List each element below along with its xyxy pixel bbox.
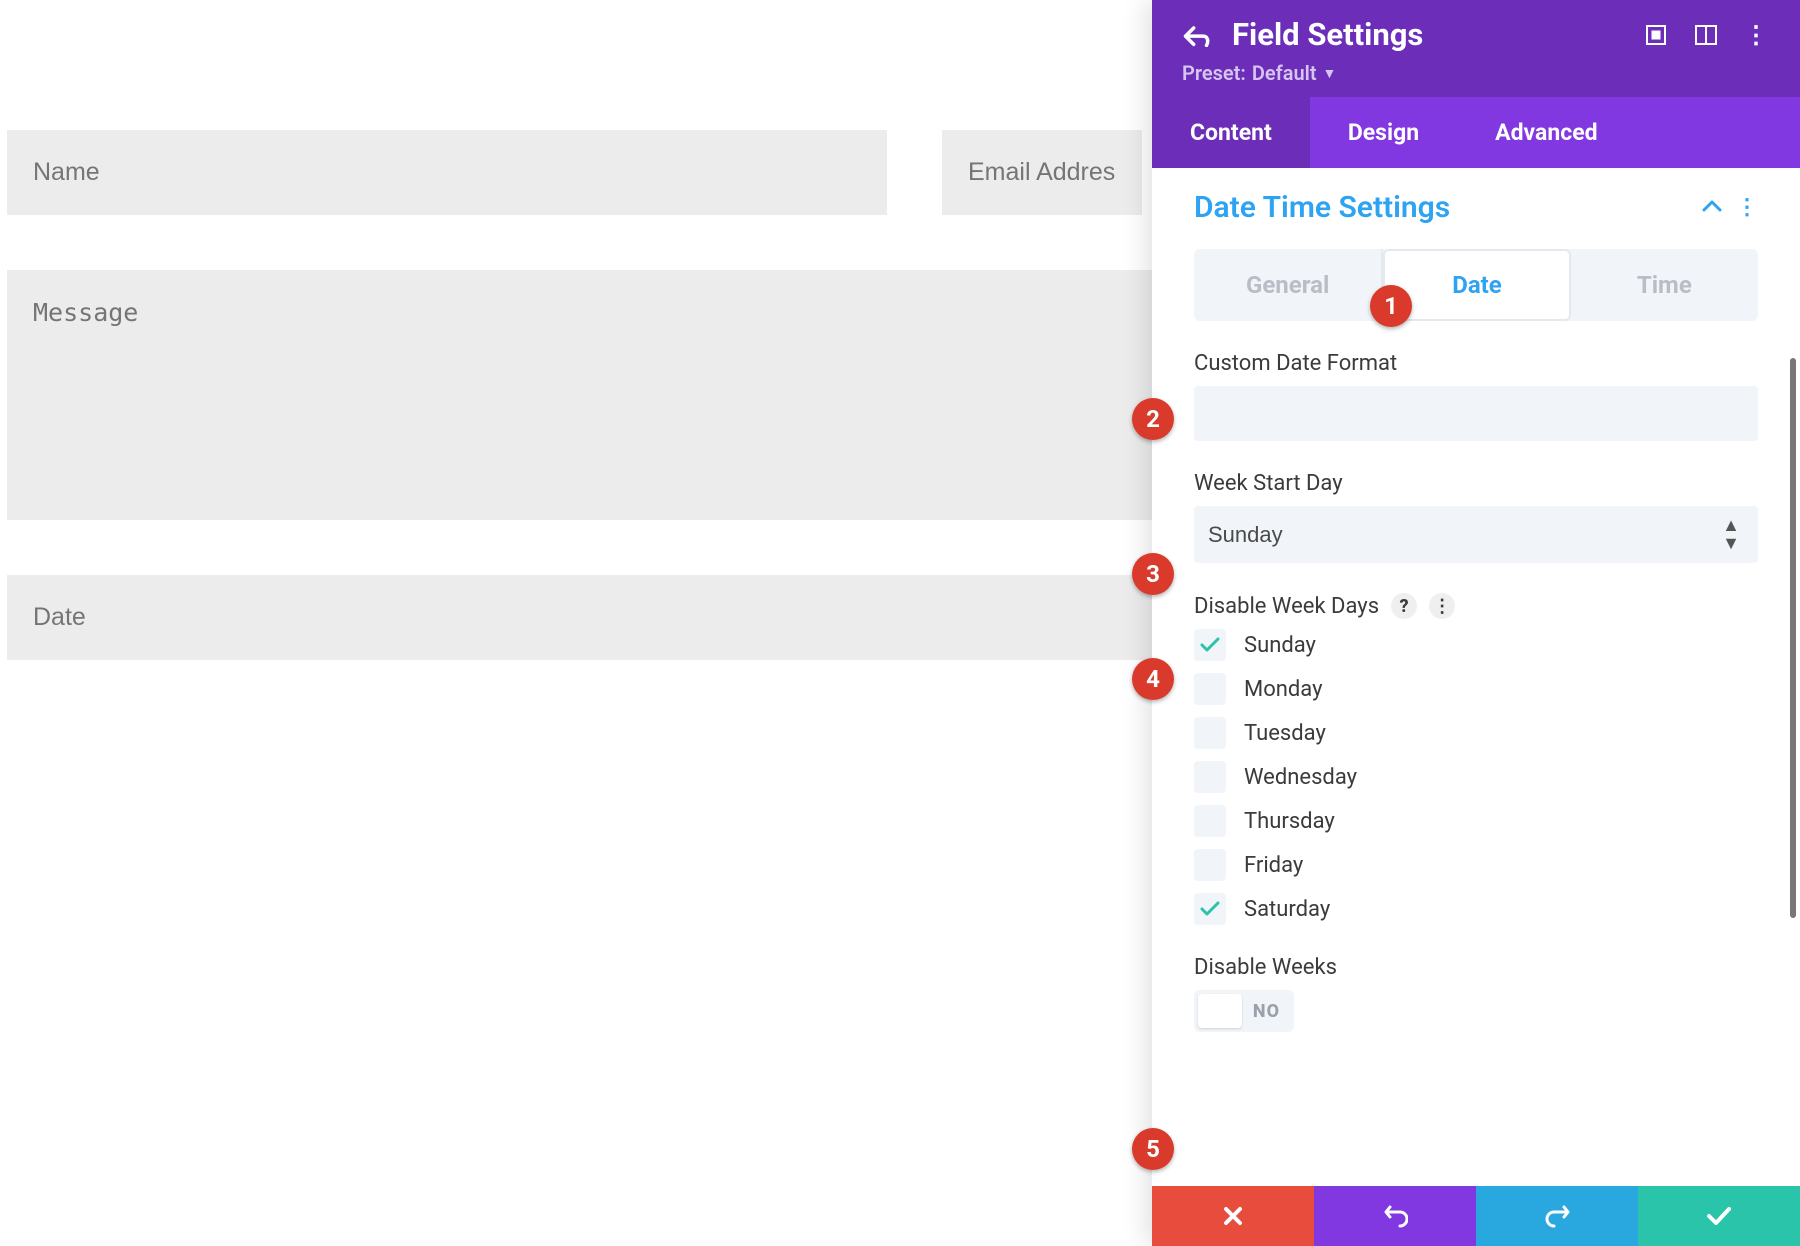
panel-body: Date Time Settings ⋮ General Date Time C… xyxy=(1152,168,1800,1186)
tab-design[interactable]: Design xyxy=(1310,97,1457,168)
weekday-label: Wednesday xyxy=(1244,765,1357,790)
weekday-label: Tuesday xyxy=(1244,721,1326,746)
tab-advanced[interactable]: Advanced xyxy=(1457,97,1635,168)
weekday-checkbox-row[interactable]: Tuesday xyxy=(1194,717,1758,749)
annotation-badge-3: 3 xyxy=(1132,553,1174,595)
weekday-checkbox-row[interactable]: Wednesday xyxy=(1194,761,1758,793)
annotation-badge-5: 5 xyxy=(1132,1128,1174,1170)
annotation-badge-1: 1 xyxy=(1370,285,1412,327)
preset-prefix-label: Preset: xyxy=(1182,61,1246,85)
weekday-checklist: Sunday Monday Tuesday Wednesday Thursday Frid… xyxy=(1194,629,1758,925)
weekday-label: Thursday xyxy=(1244,809,1335,834)
week-start-day-select[interactable]: Sunday xyxy=(1194,506,1758,563)
checkbox-icon xyxy=(1194,805,1226,837)
weekday-checkbox-row[interactable]: Friday xyxy=(1194,849,1758,881)
weekday-checkbox-row[interactable]: Sunday xyxy=(1194,629,1758,661)
subtab-general[interactable]: General xyxy=(1194,249,1383,321)
checkbox-icon xyxy=(1194,761,1226,793)
back-icon[interactable] xyxy=(1182,21,1210,49)
checkbox-icon xyxy=(1194,673,1226,705)
panel-title: Field Settings xyxy=(1232,16,1620,53)
save-button[interactable] xyxy=(1638,1186,1800,1246)
disable-week-days-label: Disable Week Days ? ⋮ xyxy=(1194,593,1758,619)
section-title[interactable]: Date Time Settings xyxy=(1194,190,1450,225)
option-more-icon[interactable]: ⋮ xyxy=(1429,593,1455,619)
subtab-time[interactable]: Time xyxy=(1571,249,1758,321)
undo-button[interactable] xyxy=(1314,1186,1476,1246)
subtabs: General Date Time xyxy=(1194,249,1758,321)
custom-date-format-label: Custom Date Format xyxy=(1194,351,1758,376)
custom-date-format-input[interactable] xyxy=(1194,386,1758,441)
disable-week-days-block: Disable Week Days ? ⋮ Sunday Monday Tuesda… xyxy=(1194,593,1758,925)
disable-weeks-label: Disable Weeks xyxy=(1194,955,1758,980)
email-input[interactable] xyxy=(942,130,1142,215)
toggle-text: NO xyxy=(1253,1001,1280,1022)
preset-value-label: Default xyxy=(1252,61,1317,85)
preset-selector[interactable]: Preset: Default ▼ xyxy=(1182,61,1336,85)
panel-header: Field Settings ⋮ Preset: Default ▼ xyxy=(1152,0,1800,97)
toggle-knob xyxy=(1198,994,1242,1028)
checkbox-icon xyxy=(1194,717,1226,749)
tab-content[interactable]: Content xyxy=(1152,97,1310,168)
panel-tabs: Content Design Advanced xyxy=(1152,97,1800,168)
section-more-icon[interactable]: ⋮ xyxy=(1736,195,1758,220)
message-input[interactable] xyxy=(7,270,1158,520)
checkbox-icon xyxy=(1194,893,1226,925)
name-input[interactable] xyxy=(7,130,887,215)
weekday-label: Monday xyxy=(1244,677,1323,702)
weekday-checkbox-row[interactable]: Thursday xyxy=(1194,805,1758,837)
annotation-badge-2: 2 xyxy=(1132,398,1174,440)
viewport: Field Settings ⋮ Preset: Default ▼ Conte… xyxy=(0,0,1800,1246)
disable-weeks-toggle[interactable]: NO xyxy=(1194,990,1294,1032)
weekday-checkbox-row[interactable]: Monday xyxy=(1194,673,1758,705)
help-icon[interactable]: ? xyxy=(1391,593,1417,619)
settings-panel: Field Settings ⋮ Preset: Default ▼ Conte… xyxy=(1152,0,1800,1246)
disable-weeks-block: Disable Weeks NO xyxy=(1194,955,1758,1032)
weekday-checkbox-row[interactable]: Saturday xyxy=(1194,893,1758,925)
form-preview xyxy=(7,130,1158,715)
date-input[interactable] xyxy=(7,575,1158,660)
more-icon[interactable]: ⋮ xyxy=(1742,21,1770,49)
cancel-button[interactable] xyxy=(1152,1186,1314,1246)
collapse-icon[interactable] xyxy=(1702,198,1722,217)
caret-down-icon: ▼ xyxy=(1323,65,1337,82)
custom-date-format-block: Custom Date Format xyxy=(1194,351,1758,441)
annotation-badge-4: 4 xyxy=(1132,658,1174,700)
redo-button[interactable] xyxy=(1476,1186,1638,1246)
week-start-day-block: Week Start Day Sunday ▲▼ xyxy=(1194,471,1758,563)
layout-toggle-icon[interactable] xyxy=(1692,21,1720,49)
expand-icon[interactable] xyxy=(1642,21,1670,49)
disable-week-days-label-text: Disable Week Days xyxy=(1194,594,1379,619)
checkbox-icon xyxy=(1194,849,1226,881)
panel-footer xyxy=(1152,1186,1800,1246)
checkbox-icon xyxy=(1194,629,1226,661)
weekday-label: Saturday xyxy=(1244,897,1330,922)
week-start-day-label: Week Start Day xyxy=(1194,471,1758,496)
scrollbar[interactable] xyxy=(1790,358,1796,918)
weekday-label: Friday xyxy=(1244,853,1303,878)
weekday-label: Sunday xyxy=(1244,633,1316,658)
section-header: Date Time Settings ⋮ xyxy=(1194,190,1758,225)
